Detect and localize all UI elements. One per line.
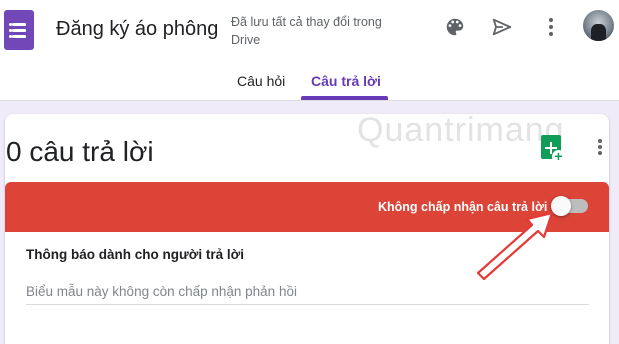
- forms-logo-icon[interactable]: [4, 10, 34, 50]
- respondent-message-title: Thông báo dành cho người trả lời: [26, 247, 244, 262]
- list-line: [12, 35, 26, 38]
- input-underline: [26, 304, 589, 305]
- list-line: [12, 29, 26, 32]
- save-status-line: Drive: [231, 33, 261, 47]
- list-line: [12, 23, 26, 26]
- watermark-text: Quantrimang: [357, 111, 565, 149]
- save-status: Đã lưu tất cả thay đổi trong Drive: [231, 13, 401, 49]
- response-count: 0 câu trả lời: [6, 136, 154, 167]
- respondent-message-input[interactable]: Biểu mẫu này không còn chấp nhận phản hồ…: [26, 284, 297, 299]
- plus-icon: +: [552, 149, 565, 163]
- account-avatar[interactable]: [583, 10, 614, 41]
- annotation-arrow-icon: [476, 211, 554, 280]
- save-status-line: Đã lưu tất cả thay đổi trong: [231, 15, 382, 29]
- tab-responses[interactable]: Câu trả lời: [311, 73, 381, 89]
- tab-questions[interactable]: Câu hỏi: [237, 73, 285, 89]
- more-vert-icon[interactable]: [538, 14, 564, 40]
- more-vert-icon[interactable]: [592, 136, 608, 158]
- palette-icon[interactable]: [442, 14, 468, 40]
- active-tab-indicator: [301, 96, 388, 100]
- form-title[interactable]: Đăng ký áo phông: [56, 18, 218, 41]
- send-icon[interactable]: [489, 14, 515, 40]
